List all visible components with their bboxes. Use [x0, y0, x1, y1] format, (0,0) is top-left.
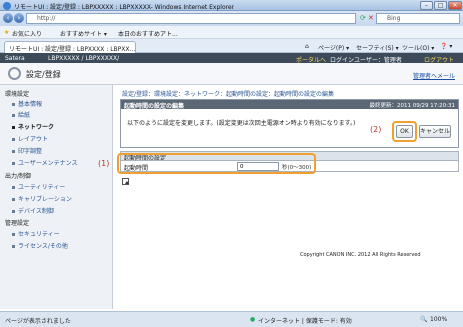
sidebar-group-label: 管理設定: [5, 220, 30, 227]
zoom-icon: 🔍: [420, 316, 428, 323]
favorites-button[interactable]: お気に入り: [12, 29, 42, 38]
close-button[interactable]: ✕: [448, 1, 462, 10]
field-highlight: [117, 153, 316, 174]
sidebar-item-network[interactable]: ネットワーク: [12, 122, 54, 131]
browser-tab[interactable]: リモートUI : 設定/登録 : LBPXXXX : LBPXX...: [4, 41, 136, 53]
sidebar-group-label: 環境設定: [5, 91, 30, 98]
home-icon[interactable]: ⌂: [305, 43, 309, 50]
search-input[interactable]: Bing: [376, 13, 460, 24]
sidebar-item-user-maintenance[interactable]: ユーザーメンテナンス: [12, 158, 78, 167]
sidebar-item-layout[interactable]: レイアウト: [12, 134, 48, 143]
globe-icon: ●: [250, 316, 256, 323]
brand-label: Satera: [5, 54, 25, 62]
page-title: 設定/登録: [26, 70, 61, 79]
sidebar-item-calibration[interactable]: キャリブレーション: [12, 194, 72, 203]
settings-icon: [8, 67, 21, 80]
panel-message: 以下のように設定を変更します。(設定変更は次回主電源オン時より有効になります。): [127, 120, 356, 127]
tab-label: リモートUI : 設定/登録 : LBPXXXX : LBPXX...: [9, 46, 136, 53]
status-bar: ページが表示されました ● インターネット | 保護モード: 有効 🔍 100%: [0, 311, 463, 327]
panel-header: 起動時間の設定の編集 最終更新：2011 09/29 17:20:31: [121, 100, 458, 110]
refresh-icon[interactable]: ⟳: [360, 14, 366, 22]
callout-ok: (2): [370, 125, 382, 134]
sidebar-item-basic-info[interactable]: 基本情報: [12, 99, 42, 108]
device-name: LBPXXXXX / LBPXXXXX/: [48, 54, 120, 62]
cancel-button[interactable]: キャンセル: [419, 125, 451, 138]
favorites-star-icon[interactable]: ★: [4, 29, 9, 36]
last-updated: 最終更新：2011 09/29 17:20:31: [369, 103, 455, 109]
page-menu[interactable]: ページ(P) ▾: [318, 43, 349, 52]
address-input[interactable]: http://: [26, 13, 356, 24]
favorite-item[interactable]: 本日のおすすめアト...: [118, 29, 178, 38]
back-icon[interactable]: ‹: [3, 13, 13, 23]
minimize-button[interactable]: –: [420, 1, 433, 10]
search-placeholder: Bing: [387, 15, 401, 22]
address-toolbar: ‹ › http:// ⟳ ✕ Bing: [0, 11, 463, 26]
sidebar-item-device-control[interactable]: デバイス制御: [12, 206, 54, 215]
status-text: ページが表示されました: [5, 318, 71, 325]
sidebar-item-security[interactable]: セキュリティー: [12, 229, 60, 238]
zoom-level[interactable]: 100%: [430, 316, 447, 323]
copyright: Copyright CANON INC. 2012 All Rights Res…: [300, 252, 421, 258]
sidebar-item-license[interactable]: ライセンス/その他: [12, 241, 68, 250]
panel-title: 起動時間の設定の編集: [124, 103, 185, 110]
maximize-button[interactable]: □: [434, 1, 447, 10]
stop-icon[interactable]: ✕: [368, 14, 374, 22]
ok-button[interactable]: OK: [396, 125, 413, 138]
page-top-icon[interactable]: [122, 178, 129, 185]
security-zone: インターネット | 保護モード: 有効: [258, 318, 352, 325]
ie-logo-icon: [3, 2, 11, 10]
forward-icon[interactable]: ›: [14, 13, 24, 23]
window-title: リモートUI : 設定/登録 : LBPXXXXX : LBPXXXXX- Wi…: [14, 4, 235, 11]
device-header: Satera LBPXXXXX / LBPXXXXX/ ポータルへ ログインユー…: [0, 53, 463, 64]
tab-bar: リモートUI : 設定/登録 : LBPXXXX : LBPXX... ⌂ ペー…: [0, 39, 463, 53]
breadcrumb[interactable]: 設定/登録：環境設定：ネットワーク：起動時間の設定：起動時間の設定の編集: [122, 89, 334, 98]
sidebar-item-print-adjust[interactable]: 印字調整: [12, 146, 42, 155]
page-header: 設定/登録 管理者へメール: [0, 63, 463, 85]
callout-field: (1): [98, 159, 110, 168]
safety-menu[interactable]: セーフティ(S) ▾: [356, 43, 399, 52]
sidebar-item-paper[interactable]: 給紙: [12, 110, 30, 119]
window-titlebar: リモートUI : 設定/登録 : LBPXXXXX : LBPXXXXX- Wi…: [0, 0, 463, 11]
tools-menu[interactable]: ツール(O) ▾: [402, 43, 434, 52]
address-text: http://: [37, 15, 56, 22]
favorites-bar: ★ お気に入り おすすめサイト ▾ 本日のおすすめアト...: [0, 26, 463, 39]
sidebar-group-label: 出力/制御: [5, 173, 32, 180]
favorite-item[interactable]: おすすめサイト ▾: [60, 29, 107, 38]
sidebar-item-utility[interactable]: ユーティリティー: [12, 182, 65, 191]
admin-mail-link[interactable]: 管理者へメール: [413, 71, 455, 80]
sidebar: 環境設定 基本情報 給紙 ネットワーク レイアウト 印字調整 ユーザーメンテナン…: [0, 85, 113, 309]
help-menu[interactable]: ❓ ▾: [440, 43, 452, 50]
